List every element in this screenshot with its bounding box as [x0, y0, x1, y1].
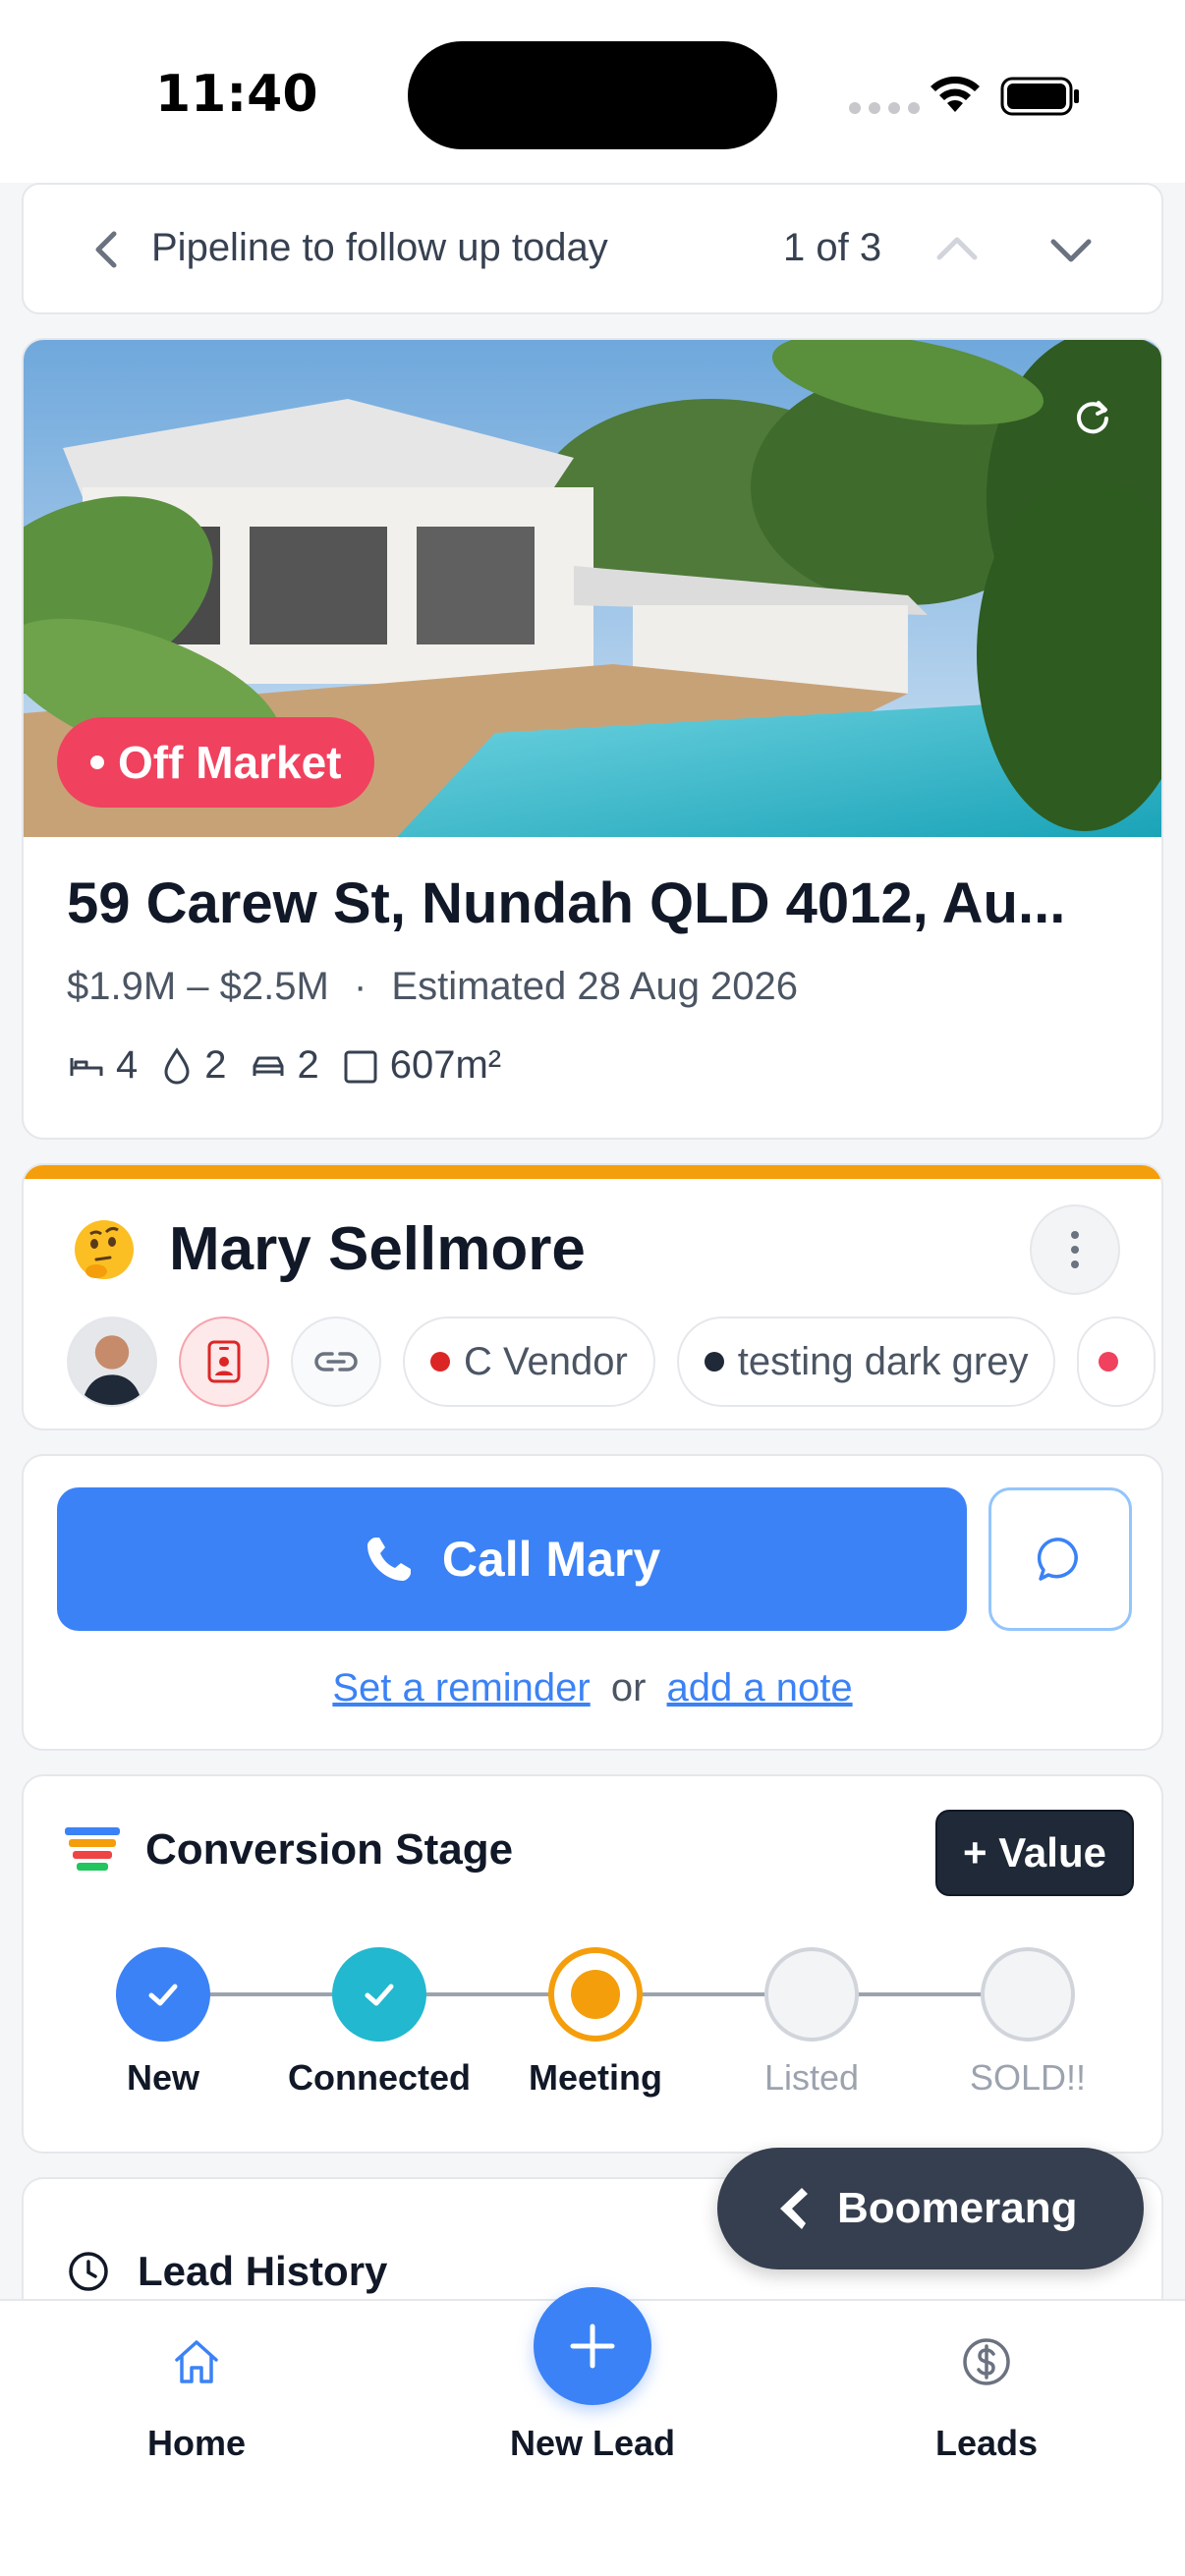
nav-home[interactable]: Home [79, 2301, 314, 2497]
id-badge-icon [207, 1340, 241, 1383]
nav-leads-label: Leads [934, 2423, 1039, 2463]
or-text: or [610, 1666, 647, 1709]
conversion-stage-card: Conversion Stage + Value New Connected M… [22, 1774, 1163, 2154]
stage-label: New [126, 2057, 200, 2098]
land-size: 607m² [389, 1043, 502, 1087]
price-range: $1.9M – $2.5M [67, 965, 329, 1008]
car-icon [253, 1056, 283, 1076]
check-icon [365, 1984, 394, 2006]
bedrooms-feature: 4 [67, 1043, 138, 1088]
contact-chips: C Vendor testing dark grey [67, 1315, 1161, 1409]
dollar-circle-icon [963, 2338, 1010, 2385]
link-icon [314, 1352, 358, 1372]
price-row: $1.9M – $2.5M · Estimated 28 Aug 2026 [67, 965, 798, 1009]
thinking-face-icon [75, 1220, 134, 1279]
land-size-feature: 607m² [341, 1043, 501, 1088]
off-market-badge: Off Market [57, 717, 375, 808]
tag-label: C Vendor [464, 1339, 628, 1383]
stage-tracker: New Connected Meeting Listed SOLD!! [24, 1776, 1161, 2152]
set-reminder-link[interactable]: Set a reminder [332, 1666, 590, 1709]
price-separator: · [353, 965, 367, 1008]
pipeline-navigator: Pipeline to follow up today 1 of 3 [22, 183, 1163, 314]
cellular-signal-icon [849, 102, 920, 114]
dynamic-island [408, 41, 777, 149]
droplet-icon [164, 1046, 190, 1084]
nav-home-label: Home [146, 2423, 247, 2463]
bottom-navigation: Home New Lead Leads [0, 2287, 1185, 2576]
property-address: 59 Carew St, Nundah QLD 4012, Au... [67, 871, 1066, 935]
stage-new[interactable] [116, 1947, 210, 2042]
more-vertical-icon [1071, 1231, 1079, 1268]
previous-chevron-up-icon[interactable] [928, 220, 987, 279]
wifi-icon [931, 76, 980, 112]
chat-bubble-icon [1037, 1538, 1078, 1581]
call-button-label: Call Mary [441, 1532, 661, 1587]
tag-color-dot [1099, 1352, 1119, 1372]
contact-name: Mary Sellmore [169, 1215, 586, 1283]
phone-icon [367, 1538, 411, 1581]
property-photo[interactable]: Off Market [24, 340, 1161, 837]
pipeline-title: Pipeline to follow up today [151, 226, 608, 269]
tag-color-dot [430, 1352, 450, 1372]
tag-chip[interactable]: testing dark grey [676, 1316, 1056, 1407]
link-button[interactable] [291, 1316, 381, 1407]
stage-label: Listed [763, 2057, 860, 2098]
boomerang-icon [780, 2188, 808, 2229]
status-time: 11:40 [155, 65, 318, 124]
agent-avatar[interactable] [67, 1316, 157, 1407]
stage-label: SOLD!! [969, 2057, 1087, 2098]
boomerang-button[interactable]: Boomerang [717, 2148, 1144, 2269]
contact-card-button[interactable] [179, 1316, 269, 1407]
person-avatar-icon [69, 1318, 155, 1405]
bedrooms-count: 4 [116, 1043, 139, 1087]
call-card: Call Mary Set a reminder or add a note [22, 1454, 1163, 1751]
back-chevron-icon[interactable] [81, 222, 136, 277]
nav-new-lead-label[interactable]: New Lead [475, 2423, 710, 2464]
tag-chip-overflow[interactable] [1077, 1316, 1157, 1407]
stage-sold[interactable] [981, 1947, 1075, 2042]
pipeline-count: 1 of 3 [783, 226, 882, 269]
more-options-button[interactable] [1030, 1204, 1120, 1295]
home-icon [175, 2340, 218, 2383]
stage-meeting[interactable] [548, 1947, 643, 2042]
call-button[interactable]: Call Mary [57, 1487, 967, 1631]
lead-history-title: Lead History [138, 2248, 388, 2294]
message-button[interactable] [988, 1487, 1132, 1631]
property-features: 4 2 2 607m² [67, 1043, 501, 1088]
refresh-icon[interactable] [1065, 389, 1120, 444]
property-card[interactable]: Off Market 59 Carew St, Nundah QLD 4012,… [22, 338, 1163, 1140]
status-bar: 11:40 [0, 0, 1185, 183]
badge-dot [90, 756, 104, 769]
stage-connected[interactable] [332, 1947, 426, 2042]
clock-icon [69, 2252, 108, 2291]
off-market-label: Off Market [118, 737, 342, 788]
tag-chip[interactable]: C Vendor [403, 1316, 655, 1407]
plus-icon [570, 2324, 615, 2369]
parking-count: 2 [297, 1043, 319, 1087]
reminder-row: Set a reminder or add a note [24, 1666, 1161, 1710]
bathrooms-count: 2 [204, 1043, 227, 1087]
check-icon [148, 1984, 178, 2006]
estimated-date: Estimated 28 Aug 2026 [391, 965, 799, 1008]
contact-status-stripe [24, 1165, 1161, 1179]
stage-label: Meeting [528, 2057, 662, 2098]
stage-label: Connected [287, 2057, 471, 2098]
tag-label: testing dark grey [737, 1339, 1029, 1383]
new-lead-button[interactable] [534, 2287, 651, 2405]
land-area-icon [344, 1050, 377, 1083]
current-stage-dot [571, 1970, 620, 2019]
tag-color-dot [704, 1352, 724, 1372]
contact-card: Mary Sellmore C Vendor testing dark grey [22, 1163, 1163, 1430]
battery-icon [1000, 77, 1079, 116]
nav-leads[interactable]: Leads [869, 2301, 1104, 2497]
bathrooms-feature: 2 [159, 1043, 227, 1088]
bed-icon [70, 1057, 103, 1076]
parking-feature: 2 [249, 1043, 319, 1088]
add-note-link[interactable]: add a note [667, 1666, 853, 1709]
boomerang-label: Boomerang [837, 2184, 1078, 2232]
stage-listed[interactable] [764, 1947, 859, 2042]
next-chevron-down-icon[interactable] [1042, 220, 1100, 279]
